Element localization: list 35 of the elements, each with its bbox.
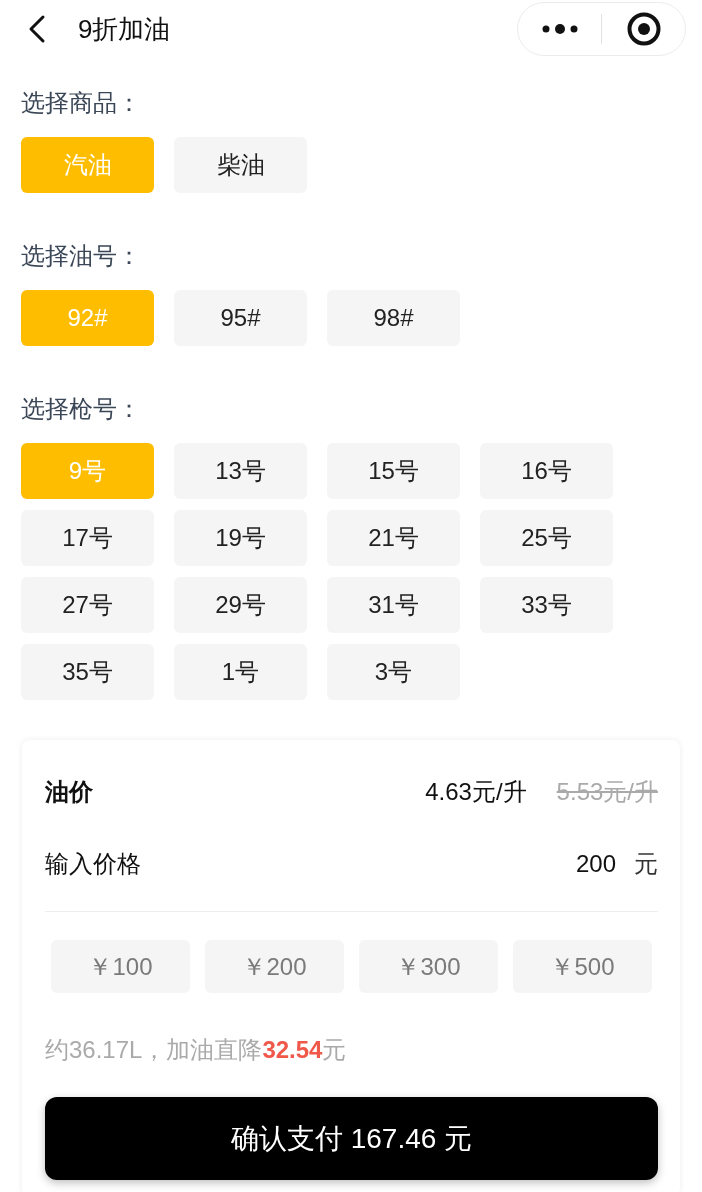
section-label: 选择商品： [21,88,141,118]
option-chip[interactable]: 16号 [480,443,613,499]
option-chip[interactable]: 29号 [174,577,307,633]
option-chip[interactable]: 柴油 [174,137,307,193]
quick-amount-button[interactable]: ￥300 [359,940,498,993]
quick-amount-button[interactable]: ￥500 [513,940,652,993]
option-chip[interactable]: 15号 [327,443,460,499]
original-price: 5.53元/升 [556,777,658,807]
circle-dot-icon[interactable] [626,12,661,46]
more-icon[interactable] [541,24,578,34]
option-chip[interactable]: 98# [327,290,460,346]
option-chip[interactable]: 95# [174,290,307,346]
savings-summary: 约36.17L，加油直降32.54元 [45,1035,347,1065]
amount-input-field[interactable]: 200 [570,847,616,881]
amount-label: 输入价格 [45,849,142,879]
option-chip[interactable]: 13号 [174,443,307,499]
option-chip[interactable]: 35号 [21,644,154,700]
quick-amount-button[interactable]: ￥100 [51,940,190,993]
option-chip[interactable]: 27号 [21,577,154,633]
section-label: 选择枪号： [21,394,141,424]
unit-label: 元 [634,849,658,879]
page-title: 9折加油 [78,13,172,46]
option-chip[interactable]: 33号 [480,577,613,633]
option-chip[interactable]: 3号 [327,644,460,700]
option-chip[interactable]: 25号 [480,510,613,566]
option-chip[interactable]: 21号 [327,510,460,566]
pay-button[interactable]: 确认支付 167.46 元 [45,1097,658,1180]
option-chip[interactable]: 19号 [174,510,307,566]
option-chip[interactable]: 1号 [174,644,307,700]
option-chip[interactable]: 31号 [327,577,460,633]
quick-amount-button[interactable]: ￥200 [205,940,344,993]
price-label: 油价 [45,777,94,807]
section-label: 选择油号： [21,241,141,271]
current-price: 4.63元/升 [425,777,527,807]
option-chip[interactable]: 17号 [21,510,154,566]
